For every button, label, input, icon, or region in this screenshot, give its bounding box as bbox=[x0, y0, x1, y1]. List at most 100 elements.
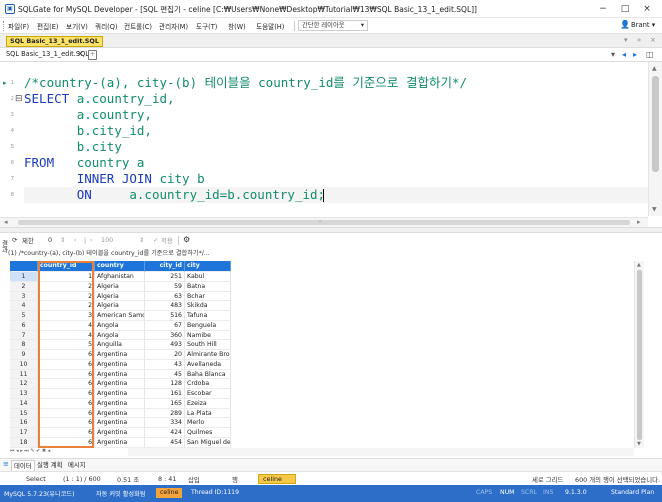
cell-city-id[interactable]: 493 bbox=[145, 340, 185, 350]
code-line[interactable]: /*country-(a), city-(b) 테이블을 country_id를… bbox=[24, 75, 467, 91]
grid-scroll-up-icon[interactable]: ▲ bbox=[637, 262, 641, 268]
limit-input[interactable]: 0 bbox=[48, 236, 52, 244]
row-number[interactable]: 6 bbox=[10, 320, 38, 331]
cell-city-id[interactable]: 483 bbox=[145, 301, 185, 311]
cell-city[interactable]: La Plata bbox=[185, 408, 231, 419]
cell-city[interactable]: Quilmes bbox=[185, 428, 231, 438]
editor-vertical-scrollbar[interactable]: ▲ ▼ bbox=[648, 62, 662, 216]
cell-country[interactable]: Algeria bbox=[95, 291, 145, 302]
menu-tools[interactable]: 도구(T) bbox=[196, 21, 217, 31]
row-number[interactable]: 12 bbox=[10, 379, 38, 389]
cell-city[interactable]: Escobar bbox=[185, 389, 231, 399]
maximize-button[interactable]: □ bbox=[618, 3, 632, 15]
new-tab-icon[interactable]: + bbox=[88, 50, 97, 60]
editor-horizontal-scrollbar[interactable]: ◂ ≡ ▸ bbox=[0, 217, 648, 227]
cell-city-id[interactable]: 165 bbox=[145, 398, 185, 409]
user-menu[interactable]: Brant ▾ bbox=[631, 21, 655, 29]
cell-country[interactable]: Argentina bbox=[95, 369, 145, 380]
cell-country-id[interactable]: 2 bbox=[38, 301, 95, 311]
cell-city[interactable]: Avellaneda bbox=[185, 359, 231, 370]
cell-country-id[interactable]: 1 bbox=[38, 272, 95, 282]
cell-country-id[interactable]: 6 bbox=[38, 379, 95, 389]
header-country[interactable]: country bbox=[95, 261, 145, 272]
code-line[interactable]: INNER JOIN city b bbox=[24, 171, 205, 187]
cell-city[interactable]: Benguela bbox=[185, 320, 231, 331]
tab-data[interactable]: 데이터 bbox=[11, 460, 35, 471]
row-number[interactable]: 5 bbox=[10, 311, 38, 321]
code-line[interactable]: b.city bbox=[24, 139, 122, 155]
cell-city[interactable]: San Miguel de T bbox=[185, 437, 231, 448]
cell-country-id[interactable]: 6 bbox=[38, 428, 95, 438]
tab-next-icon[interactable]: ▸ bbox=[633, 50, 637, 59]
cell-country-id[interactable]: 4 bbox=[38, 320, 95, 331]
page-size-input[interactable]: 100 bbox=[101, 236, 113, 244]
cell-city-id[interactable]: 161 bbox=[145, 389, 185, 399]
cell-country[interactable]: Algeria bbox=[95, 301, 145, 311]
cell-country-id[interactable]: 5 bbox=[38, 340, 95, 350]
grid-scroll-thumb[interactable] bbox=[637, 270, 642, 440]
tab-messages[interactable]: 메시지 bbox=[66, 460, 88, 471]
row-number[interactable]: 18 bbox=[10, 437, 38, 448]
doc-close-button[interactable]: × bbox=[650, 36, 656, 44]
row-number[interactable]: 1 bbox=[10, 272, 38, 282]
cell-city[interactable]: Bchar bbox=[185, 291, 231, 302]
row-number[interactable]: 17 bbox=[10, 428, 38, 438]
limit-spinner-icon[interactable]: ⇕ bbox=[60, 236, 65, 244]
doc-list-button[interactable]: ▾ bbox=[624, 36, 628, 44]
prev-page-icon[interactable]: ‹ bbox=[74, 236, 77, 244]
cell-country[interactable]: Argentina bbox=[95, 359, 145, 370]
cell-country[interactable]: Anguilla bbox=[95, 340, 145, 350]
cell-city[interactable]: Merlo bbox=[185, 418, 231, 428]
result-query-tab[interactable]: (1) /*country-(a), city-(b) 테이블을 country… bbox=[8, 248, 210, 257]
scroll-down-icon[interactable]: ▼ bbox=[652, 206, 657, 213]
grid-horizontal-scrollbar[interactable] bbox=[128, 448, 634, 456]
cell-city-id[interactable]: 59 bbox=[145, 281, 185, 292]
cell-city-id[interactable]: 20 bbox=[145, 350, 185, 360]
menu-edit[interactable]: 편집(E) bbox=[37, 21, 58, 31]
cell-city-id[interactable]: 67 bbox=[145, 320, 185, 331]
scroll-up-icon[interactable]: ▲ bbox=[652, 65, 657, 72]
settings-icon[interactable]: ⚙ bbox=[183, 235, 190, 244]
row-number[interactable]: 10 bbox=[10, 359, 38, 370]
editor-scroll-thumb[interactable] bbox=[652, 76, 659, 172]
menu-help[interactable]: 도움말(H) bbox=[256, 21, 284, 31]
code-line[interactable]: b.city_id, bbox=[24, 123, 152, 139]
cell-city[interactable]: Almirante Brown bbox=[185, 350, 231, 360]
fold-toggle-icon[interactable]: ⊟ bbox=[15, 91, 23, 107]
row-number[interactable]: 13 bbox=[10, 389, 38, 399]
cell-country[interactable]: Argentina bbox=[95, 428, 145, 438]
cell-city-id[interactable]: 63 bbox=[145, 291, 185, 302]
cell-country-id[interactable]: 6 bbox=[38, 408, 95, 419]
editor-hscroll-thumb[interactable] bbox=[18, 220, 630, 225]
cell-country-id[interactable]: 2 bbox=[38, 291, 95, 302]
header-row-number[interactable] bbox=[10, 261, 38, 272]
page-size-spinner-icon[interactable]: ⇕ bbox=[139, 236, 144, 244]
cell-city[interactable]: Baha Blanca bbox=[185, 369, 231, 380]
cell-country[interactable]: Argentina bbox=[95, 418, 145, 428]
apply-button[interactable]: 적용 bbox=[161, 236, 173, 245]
row-number[interactable]: 3 bbox=[10, 291, 38, 302]
row-number[interactable]: 11 bbox=[10, 369, 38, 380]
cell-city-id[interactable]: 128 bbox=[145, 379, 185, 389]
cell-country[interactable]: Argentina bbox=[95, 408, 145, 419]
panel-splitter[interactable] bbox=[0, 227, 662, 233]
menu-query[interactable]: 쿼리(Q) bbox=[95, 21, 117, 31]
cell-country-id[interactable]: 4 bbox=[38, 330, 95, 341]
cell-city-id[interactable]: 516 bbox=[145, 311, 185, 321]
tab-prev-icon[interactable]: ◂ bbox=[622, 50, 626, 59]
cell-country-id[interactable]: 6 bbox=[38, 359, 95, 370]
cell-country-id[interactable]: 2 bbox=[38, 281, 95, 292]
cell-city-id[interactable]: 360 bbox=[145, 330, 185, 341]
cell-country[interactable]: Angola bbox=[95, 320, 145, 331]
refresh-icon[interactable]: ⟳ bbox=[12, 236, 17, 244]
tab-list-icon[interactable]: ▾ bbox=[611, 50, 615, 59]
cell-country-id[interactable]: 6 bbox=[38, 437, 95, 448]
grid-scroll-down-icon[interactable]: ▼ bbox=[637, 441, 641, 447]
scroll-right-icon[interactable]: ▸ bbox=[637, 218, 641, 226]
cell-country[interactable]: American Samoa bbox=[95, 311, 145, 321]
cell-city[interactable]: Crdoba bbox=[185, 379, 231, 389]
cell-city-id[interactable]: 289 bbox=[145, 408, 185, 419]
close-tab-icon[interactable]: × bbox=[77, 49, 84, 58]
row-number[interactable]: 2 bbox=[10, 281, 38, 292]
cell-city[interactable]: Batna bbox=[185, 281, 231, 292]
